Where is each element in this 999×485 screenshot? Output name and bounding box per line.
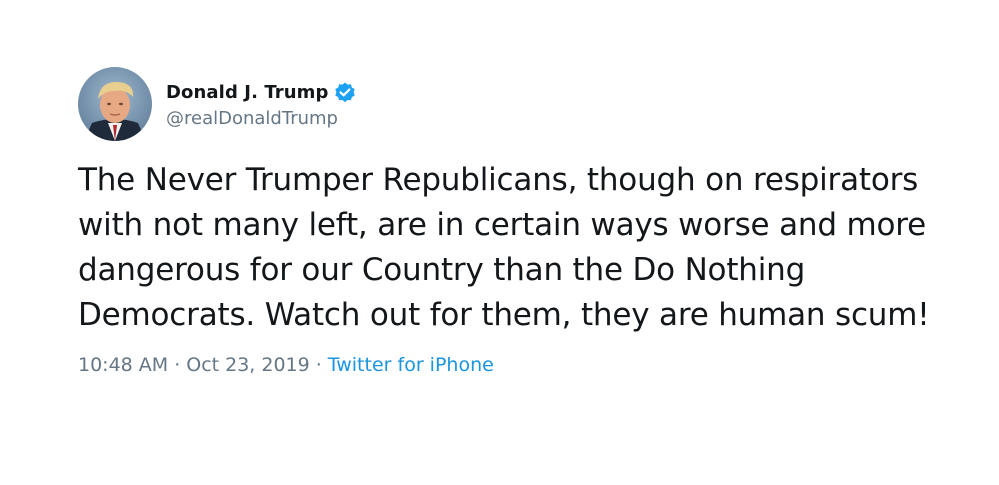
tweet-time[interactable]: 10:48 AM: [78, 354, 168, 376]
tweet-card: Donald J. Trump @realDonaldTrump The Nev…: [78, 66, 958, 376]
author-info: Donald J. Trump @realDonaldTrump: [166, 80, 357, 129]
tweet-source-link[interactable]: Twitter for iPhone: [328, 354, 494, 376]
meta-separator: ·: [174, 354, 181, 376]
tweet-date[interactable]: Oct 23, 2019: [186, 354, 310, 376]
tweet-text: The Never Trumper Republicans, though on…: [78, 162, 930, 333]
name-row: Donald J. Trump: [166, 80, 357, 106]
tweet-header: Donald J. Trump @realDonaldTrump: [78, 66, 958, 142]
avatar-photo-icon: [78, 67, 152, 141]
meta-separator: ·: [315, 354, 322, 376]
tweet-meta: 10:48 AM · Oct 23, 2019 · Twitter for iP…: [78, 354, 958, 376]
avatar[interactable]: [78, 67, 152, 141]
verified-badge-icon: [333, 81, 357, 105]
author-display-name[interactable]: Donald J. Trump: [166, 82, 329, 103]
author-handle[interactable]: @realDonaldTrump: [166, 108, 357, 129]
